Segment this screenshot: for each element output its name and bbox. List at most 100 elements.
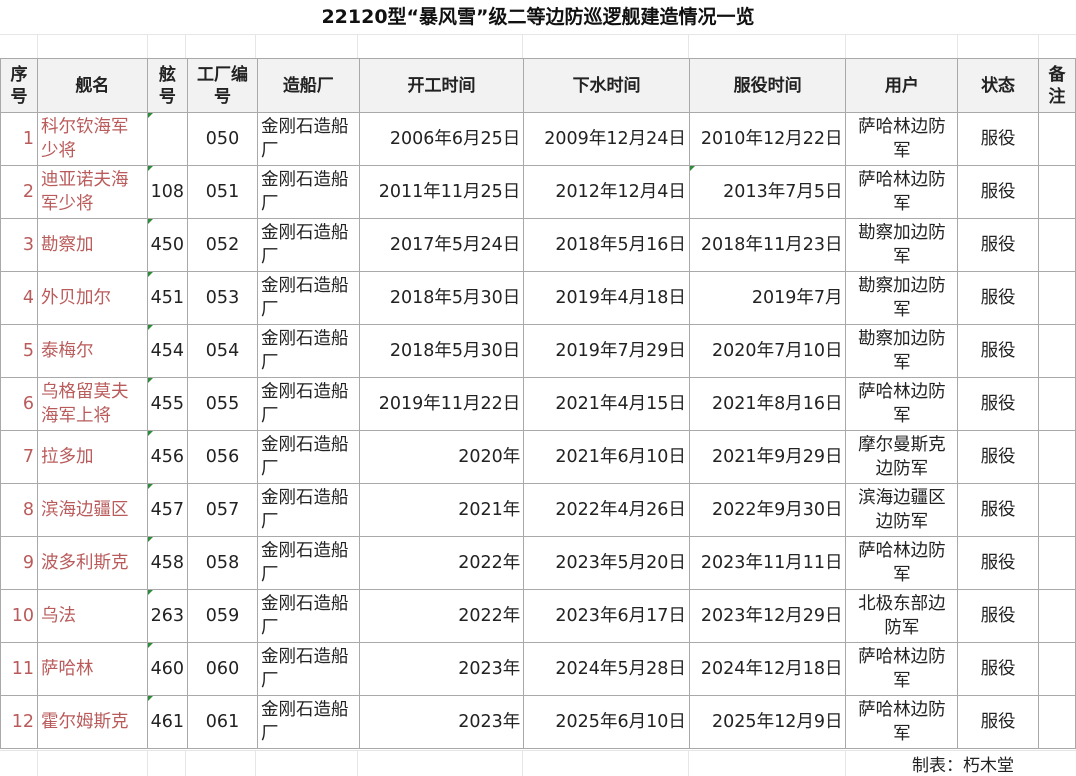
ship-name-link[interactable]: 乌法	[36, 589, 148, 643]
notes-cell[interactable]	[1037, 324, 1076, 378]
laid-down-date-cell[interactable]: 2021年	[358, 483, 525, 537]
user-cell[interactable]: 萨哈林边防军	[845, 165, 959, 219]
user-cell[interactable]: 萨哈林边防军	[845, 695, 959, 749]
commission-date-cell[interactable]: 2023年11月11日	[688, 536, 847, 590]
ship-name-link[interactable]: 萨哈林	[36, 642, 148, 696]
ship-name-link[interactable]: 泰梅尔	[36, 324, 148, 378]
status-cell[interactable]: 服役	[957, 642, 1039, 696]
notes-cell[interactable]	[1037, 165, 1076, 219]
status-cell[interactable]: 服役	[957, 589, 1039, 643]
ship-name-link[interactable]: 外贝加尔	[36, 271, 148, 325]
launch-date-cell[interactable]: 2009年12月24日	[523, 112, 690, 166]
shipyard-cell[interactable]: 金刚石造船厂	[256, 695, 360, 749]
col-header-factory-number[interactable]: 工厂编号	[187, 58, 258, 113]
hull-number-cell[interactable]: 456	[146, 430, 189, 484]
laid-down-date-cell[interactable]: 2011年11月25日	[358, 165, 525, 219]
notes-cell[interactable]	[1037, 377, 1076, 431]
commission-date-cell[interactable]: 2022年9月30日	[688, 483, 847, 537]
ship-name-link[interactable]: 波多利斯克	[36, 536, 148, 590]
hull-number-cell[interactable]: 454	[146, 324, 189, 378]
notes-cell[interactable]	[1037, 642, 1076, 696]
ship-name-link[interactable]: 乌格留莫夫海军上将	[36, 377, 148, 431]
user-cell[interactable]: 萨哈林边防军	[845, 536, 959, 590]
col-header-notes[interactable]: 备注	[1037, 58, 1076, 113]
user-cell[interactable]: 摩尔曼斯克边防军	[845, 430, 959, 484]
shipyard-cell[interactable]: 金刚石造船厂	[256, 536, 360, 590]
factory-number-cell[interactable]: 056	[187, 430, 258, 484]
status-cell[interactable]: 服役	[957, 218, 1039, 272]
laid-down-date-cell[interactable]: 2023年	[358, 695, 525, 749]
status-cell[interactable]: 服役	[957, 324, 1039, 378]
shipyard-cell[interactable]: 金刚石造船厂	[256, 642, 360, 696]
hull-number-cell[interactable]: 458	[146, 536, 189, 590]
commission-date-cell[interactable]: 2024年12月18日	[688, 642, 847, 696]
factory-number-cell[interactable]: 060	[187, 642, 258, 696]
hull-number-cell[interactable]: 263	[146, 589, 189, 643]
laid-down-date-cell[interactable]: 2018年5月30日	[358, 324, 525, 378]
ship-name-link[interactable]: 霍尔姆斯克	[36, 695, 148, 749]
factory-number-cell[interactable]: 059	[187, 589, 258, 643]
status-cell[interactable]: 服役	[957, 165, 1039, 219]
hull-number-cell[interactable]	[146, 112, 189, 166]
hull-number-cell[interactable]: 108	[146, 165, 189, 219]
shipyard-cell[interactable]: 金刚石造船厂	[256, 271, 360, 325]
laid-down-date-cell[interactable]: 2018年5月30日	[358, 271, 525, 325]
shipyard-cell[interactable]: 金刚石造船厂	[256, 483, 360, 537]
commission-date-cell[interactable]: 2023年12月29日	[688, 589, 847, 643]
shipyard-cell[interactable]: 金刚石造船厂	[256, 589, 360, 643]
factory-number-cell[interactable]: 054	[187, 324, 258, 378]
col-header-shipyard[interactable]: 造船厂	[256, 58, 360, 113]
commission-date-cell[interactable]: 2025年12月9日	[688, 695, 847, 749]
ship-name-link[interactable]: 滨海边疆区	[36, 483, 148, 537]
hull-number-cell[interactable]: 457	[146, 483, 189, 537]
commission-date-cell[interactable]: 2019年7月	[688, 271, 847, 325]
launch-date-cell[interactable]: 2021年6月10日	[523, 430, 690, 484]
factory-number-cell[interactable]: 050	[187, 112, 258, 166]
factory-number-cell[interactable]: 052	[187, 218, 258, 272]
ship-name-link[interactable]: 迪亚诺夫海军少将	[36, 165, 148, 219]
user-cell[interactable]: 萨哈林边防军	[845, 642, 959, 696]
status-cell[interactable]: 服役	[957, 271, 1039, 325]
laid-down-date-cell[interactable]: 2019年11月22日	[358, 377, 525, 431]
hull-number-cell[interactable]: 461	[146, 695, 189, 749]
status-cell[interactable]: 服役	[957, 112, 1039, 166]
hull-number-cell[interactable]: 450	[146, 218, 189, 272]
status-cell[interactable]: 服役	[957, 695, 1039, 749]
launch-date-cell[interactable]: 2023年6月17日	[523, 589, 690, 643]
ship-name-link[interactable]: 科尔钦海军少将	[36, 112, 148, 166]
ship-name-link[interactable]: 勘察加	[36, 218, 148, 272]
notes-cell[interactable]	[1037, 483, 1076, 537]
col-header-ship-name[interactable]: 舰名	[36, 58, 148, 113]
hull-number-cell[interactable]: 455	[146, 377, 189, 431]
hull-number-cell[interactable]: 451	[146, 271, 189, 325]
factory-number-cell[interactable]: 058	[187, 536, 258, 590]
launch-date-cell[interactable]: 2023年5月20日	[523, 536, 690, 590]
launch-date-cell[interactable]: 2022年4月26日	[523, 483, 690, 537]
user-cell[interactable]: 滨海边疆区边防军	[845, 483, 959, 537]
col-header-commissioned[interactable]: 服役时间	[688, 58, 847, 113]
laid-down-date-cell[interactable]: 2022年	[358, 589, 525, 643]
launch-date-cell[interactable]: 2024年5月28日	[523, 642, 690, 696]
notes-cell[interactable]	[1037, 112, 1076, 166]
notes-cell[interactable]	[1037, 589, 1076, 643]
status-cell[interactable]: 服役	[957, 536, 1039, 590]
status-cell[interactable]: 服役	[957, 483, 1039, 537]
hull-number-cell[interactable]: 460	[146, 642, 189, 696]
notes-cell[interactable]	[1037, 695, 1076, 749]
notes-cell[interactable]	[1037, 271, 1076, 325]
factory-number-cell[interactable]: 055	[187, 377, 258, 431]
col-header-user[interactable]: 用户	[845, 58, 959, 113]
user-cell[interactable]: 勘察加边防军	[845, 324, 959, 378]
shipyard-cell[interactable]: 金刚石造船厂	[256, 218, 360, 272]
notes-cell[interactable]	[1037, 218, 1076, 272]
laid-down-date-cell[interactable]: 2006年6月25日	[358, 112, 525, 166]
shipyard-cell[interactable]: 金刚石造船厂	[256, 430, 360, 484]
commission-date-cell[interactable]: 2020年7月10日	[688, 324, 847, 378]
laid-down-date-cell[interactable]: 2017年5月24日	[358, 218, 525, 272]
col-header-index[interactable]: 序号	[0, 58, 38, 113]
factory-number-cell[interactable]: 053	[187, 271, 258, 325]
laid-down-date-cell[interactable]: 2022年	[358, 536, 525, 590]
launch-date-cell[interactable]: 2018年5月16日	[523, 218, 690, 272]
launch-date-cell[interactable]: 2021年4月15日	[523, 377, 690, 431]
col-header-hull-number[interactable]: 舷号	[146, 58, 189, 113]
